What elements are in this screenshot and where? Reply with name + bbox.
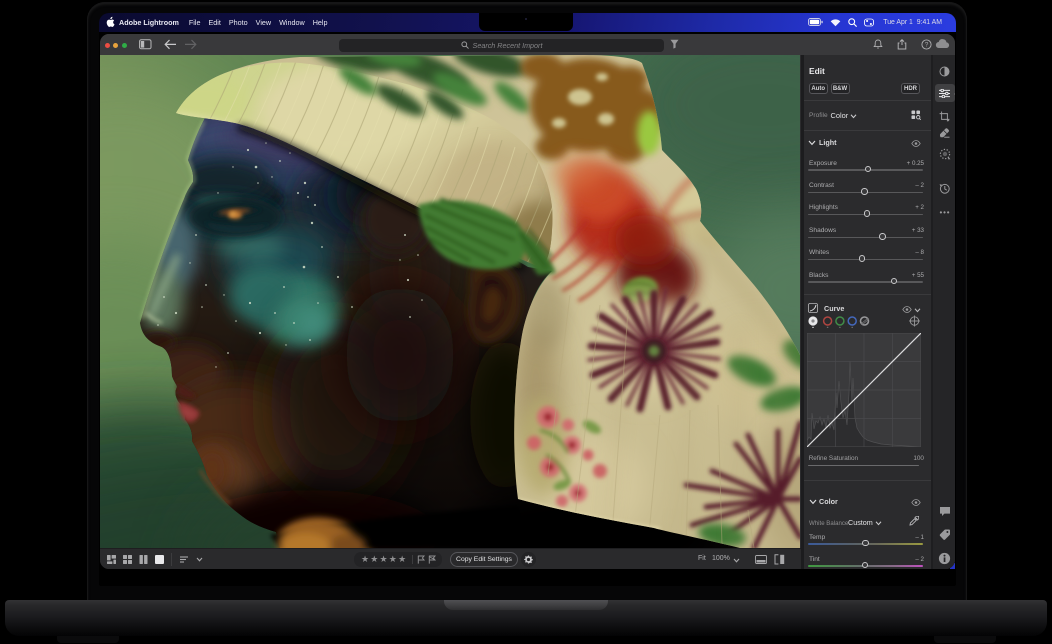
svg-text:?: ? [925,41,929,48]
